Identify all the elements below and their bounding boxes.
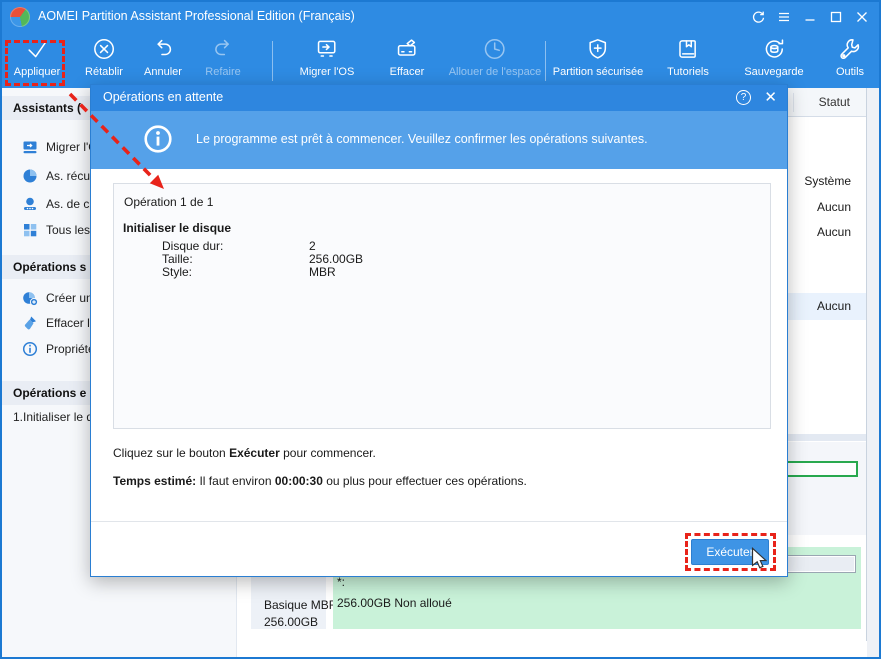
tutorials-icon (675, 36, 701, 65)
toolbar-label: Migrer l'OS (299, 66, 355, 78)
allocate-space-button[interactable]: Allouer de l'espace (448, 36, 542, 78)
sidebar-item-label: Tous les (46, 223, 91, 237)
wipe-button[interactable]: Effacer (389, 36, 425, 78)
toolbar-label: Tutoriels (667, 66, 709, 78)
operation-name: Initialiser le disque (123, 221, 232, 235)
footer-divider (91, 521, 787, 522)
all-tools-icon (22, 222, 38, 238)
detail-label: Disque dur: (162, 239, 224, 253)
wipe-disk-icon (394, 36, 420, 65)
sidebar-item-label: As. de c (46, 197, 90, 211)
disk2-size: 256.00GB (264, 615, 319, 629)
toolbar-label: Partition sécurisée (552, 66, 644, 78)
dialog-title: Opérations en attente (103, 90, 224, 104)
discard-button[interactable]: Rétablir (85, 36, 123, 78)
detail-label: Taille: (162, 252, 193, 266)
close-icon[interactable] (849, 4, 875, 30)
sidebar-item-pending-op-1[interactable]: 1.Initialiser le d (13, 410, 93, 424)
column-separator (793, 93, 794, 112)
toolbar-separator (272, 41, 273, 81)
migrate-os-button[interactable]: Migrer l'OS (299, 36, 355, 78)
estimated-time-text: Temps estimé: Il faut environ 00:00:30 o… (113, 474, 527, 488)
disk2-type: Basique MBR (264, 598, 338, 612)
toolbar: Appliquer Rétablir Annuler Refaire Migre… (0, 33, 881, 88)
backup-button[interactable]: Sauvegarde (744, 36, 804, 78)
dialog-header: Opérations en attente ? ✕ (91, 85, 787, 111)
dialog-close-icon[interactable]: ✕ (764, 88, 777, 108)
minimize-icon[interactable] (797, 4, 823, 30)
titlebar: AOMEI Partition Assistant Professional E… (0, 0, 881, 33)
sidebar-item-label: Effacer l (46, 316, 90, 330)
appliquer-highlight-box (5, 40, 65, 86)
disk2-partition-name: *: (337, 575, 346, 589)
instruction-text: Cliquez sur le bouton Exécuter pour comm… (113, 446, 376, 460)
toolbar-label: Rétablir (85, 66, 123, 78)
app-window: AOMEI Partition Assistant Professional E… (0, 0, 881, 659)
toolbar-label: Outils (835, 66, 865, 78)
discard-icon (91, 36, 117, 65)
recovery-wizard-icon (22, 168, 38, 184)
detail-value: 256.00GB (309, 252, 364, 266)
toolbar-separator (545, 41, 546, 81)
detail-value: MBR (309, 265, 336, 279)
wipe-icon (22, 315, 38, 331)
undo-icon (150, 36, 176, 65)
migrate-os-icon (22, 139, 38, 155)
detail-label: Style: (162, 265, 193, 279)
operation-counter: Opération 1 de 1 (124, 195, 214, 209)
window-controls (745, 0, 875, 33)
create-partition-icon (22, 290, 39, 307)
toolbar-label: Annuler (144, 66, 182, 78)
toolbar-label: Effacer (389, 66, 425, 78)
backup-icon (761, 36, 787, 65)
redo-icon (210, 36, 236, 65)
disk2-partition-info: 256.00GB Non alloué (337, 596, 452, 610)
refresh-icon[interactable] (745, 4, 771, 30)
tools-button[interactable]: Outils (836, 36, 864, 78)
undo-button[interactable]: Annuler (144, 36, 182, 78)
toolbar-label: Sauvegarde (744, 66, 804, 78)
allocate-space-icon (482, 36, 508, 65)
dialog-banner: Le programme est prêt à commencer. Veuil… (91, 111, 787, 169)
maximize-icon[interactable] (823, 4, 849, 30)
statut-column-header[interactable]: Statut (819, 95, 850, 109)
toolbar-label: Refaire (205, 66, 241, 78)
creation-wizard-icon (22, 196, 38, 212)
tutorials-button[interactable]: Tutoriels (667, 36, 709, 78)
window-title: AOMEI Partition Assistant Professional E… (38, 9, 355, 23)
hamburger-menu-icon[interactable] (771, 4, 797, 30)
migrate-os-icon (314, 36, 340, 65)
sidebar-item-label: Créer un (46, 291, 93, 305)
pending-operations-dialog: Opérations en attente ? ✕ Le programme e… (90, 84, 788, 577)
properties-icon (22, 341, 38, 357)
redo-button[interactable]: Refaire (205, 36, 241, 78)
mouse-cursor (751, 546, 768, 569)
operations-list-box: Opération 1 de 1 Initialiser le disque D… (113, 183, 771, 429)
aomei-logo-icon (10, 7, 30, 27)
scrollbar-gutter[interactable] (867, 88, 880, 657)
secure-partition-button[interactable]: Partition sécurisée (552, 36, 644, 78)
tools-icon (837, 36, 863, 65)
sidebar-item-label: As. récu (46, 169, 91, 183)
sidebar-item-label: Propriéte (46, 342, 95, 356)
banner-message: Le programme est prêt à commencer. Veuil… (196, 132, 648, 146)
detail-value: 2 (309, 239, 316, 253)
toolbar-label: Allouer de l'espace (448, 66, 542, 78)
help-icon[interactable]: ? (736, 90, 751, 105)
secure-partition-icon (585, 36, 611, 65)
info-icon (143, 124, 173, 154)
